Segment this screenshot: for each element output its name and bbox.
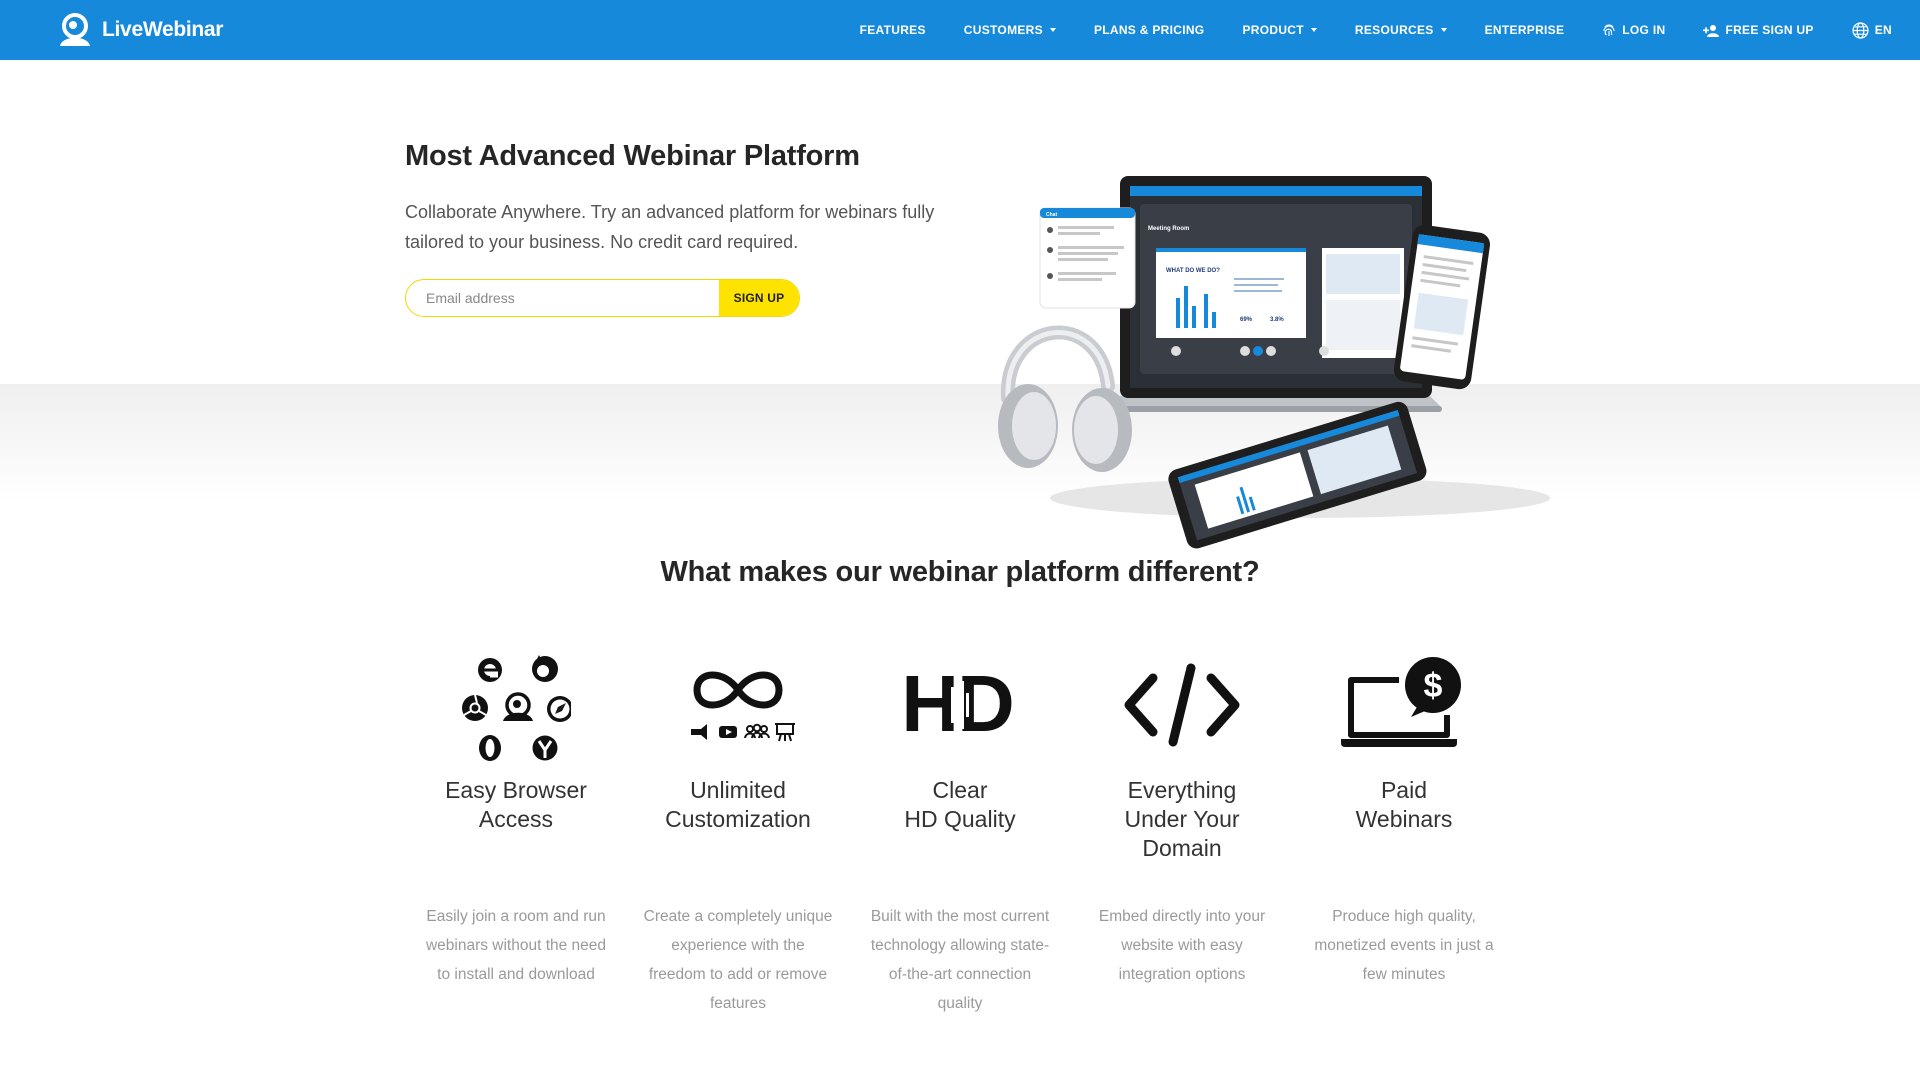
chevron-down-icon [1049, 28, 1056, 32]
feature-description: Built with the most current technology a… [870, 908, 1050, 1012]
nav-enterprise[interactable]: ENTERPRISE [1485, 23, 1565, 37]
room-title: Meeting Room [1148, 226, 1189, 232]
hero-title: Most Advanced Webinar Platform [405, 140, 860, 172]
feature-title: Everything Under Your Domain [1124, 777, 1240, 861]
stat-1: 69% [1240, 317, 1253, 323]
nav-language[interactable]: EN [1852, 21, 1892, 39]
browsers-icon [421, 640, 611, 770]
paid-laptop-icon: $ [1309, 640, 1499, 770]
feature-description: Create a completely unique experience wi… [643, 908, 833, 1012]
main-nav: FEATURES CUSTOMERS PLANS & PRICING PRODU… [822, 0, 1892, 60]
livewebinar-logo[interactable]: LiveWebinar [56, 12, 223, 48]
chat-title: Chat [1046, 212, 1057, 218]
email-input[interactable] [406, 280, 719, 316]
hero-subtitle: Collaborate Anywhere. Try an advanced pl… [405, 202, 935, 252]
feature-description: Produce high quality, monetized events i… [1314, 908, 1494, 983]
features-title: What makes our webinar platform differen… [660, 556, 1260, 588]
email-signup-form: SIGN UP [405, 279, 800, 317]
add-user-icon [1703, 24, 1720, 37]
feature-description: Embed directly into your website with ea… [1098, 908, 1266, 983]
logo-icon [60, 13, 90, 46]
logo-text: LiveWebinar [102, 18, 224, 41]
infinity-icon [643, 640, 833, 770]
nav-plans-pricing[interactable]: PLANS & PRICING [1094, 23, 1205, 37]
signup-button[interactable]: SIGN UP [719, 280, 799, 316]
nav-product[interactable]: PRODUCT [1242, 23, 1317, 37]
nav-customers[interactable]: CUSTOMERS [964, 23, 1056, 37]
globe-icon [1852, 21, 1869, 39]
feature-domain: Everything Under Your Domain Embed direc… [1087, 640, 1277, 983]
nav-free-signup[interactable]: FREE SIGN UP [1703, 23, 1813, 37]
svg-text:$: $ [1424, 667, 1443, 705]
feature-hd-quality: HD Clear HD Quality Built with the most … [865, 640, 1055, 1012]
hd-icon: HD [865, 640, 1055, 770]
feature-title: Clear HD Quality [904, 777, 1016, 832]
nav-features[interactable]: FEATURES [860, 23, 926, 37]
nav-resources[interactable]: RESOURCES [1355, 23, 1447, 37]
top-navbar: LiveWebinar FEATURES CUSTOMERS PLANS & P… [0, 0, 1920, 60]
stat-2: 3.8% [1270, 317, 1284, 323]
feature-title: Unlimited Customization [665, 777, 811, 832]
chevron-down-icon [1310, 28, 1317, 32]
feature-description: Easily join a room and run webinars with… [425, 908, 607, 983]
feature-title: Easy Browser Access [445, 777, 587, 832]
feature-title: Paid Webinars [1355, 777, 1453, 832]
chevron-down-icon [1440, 28, 1447, 32]
devices-illustration: Meeting Room WHAT DO WE DO? 69% 3.8% Cha… [998, 176, 1550, 549]
feature-browser-access: Easy Browser Access Easily join a room a… [421, 640, 611, 983]
slide-title: WHAT DO WE DO? [1166, 268, 1220, 274]
nav-login[interactable]: LOG IN [1602, 23, 1665, 37]
feature-customization: Unlimited Customization Create a complet… [643, 640, 833, 1012]
hero-background-band [0, 384, 1920, 504]
feature-paid-webinars: $ Paid Webinars Produce high quality, mo… [1309, 640, 1499, 983]
fingerprint-icon [1602, 23, 1616, 37]
code-icon [1087, 640, 1277, 770]
